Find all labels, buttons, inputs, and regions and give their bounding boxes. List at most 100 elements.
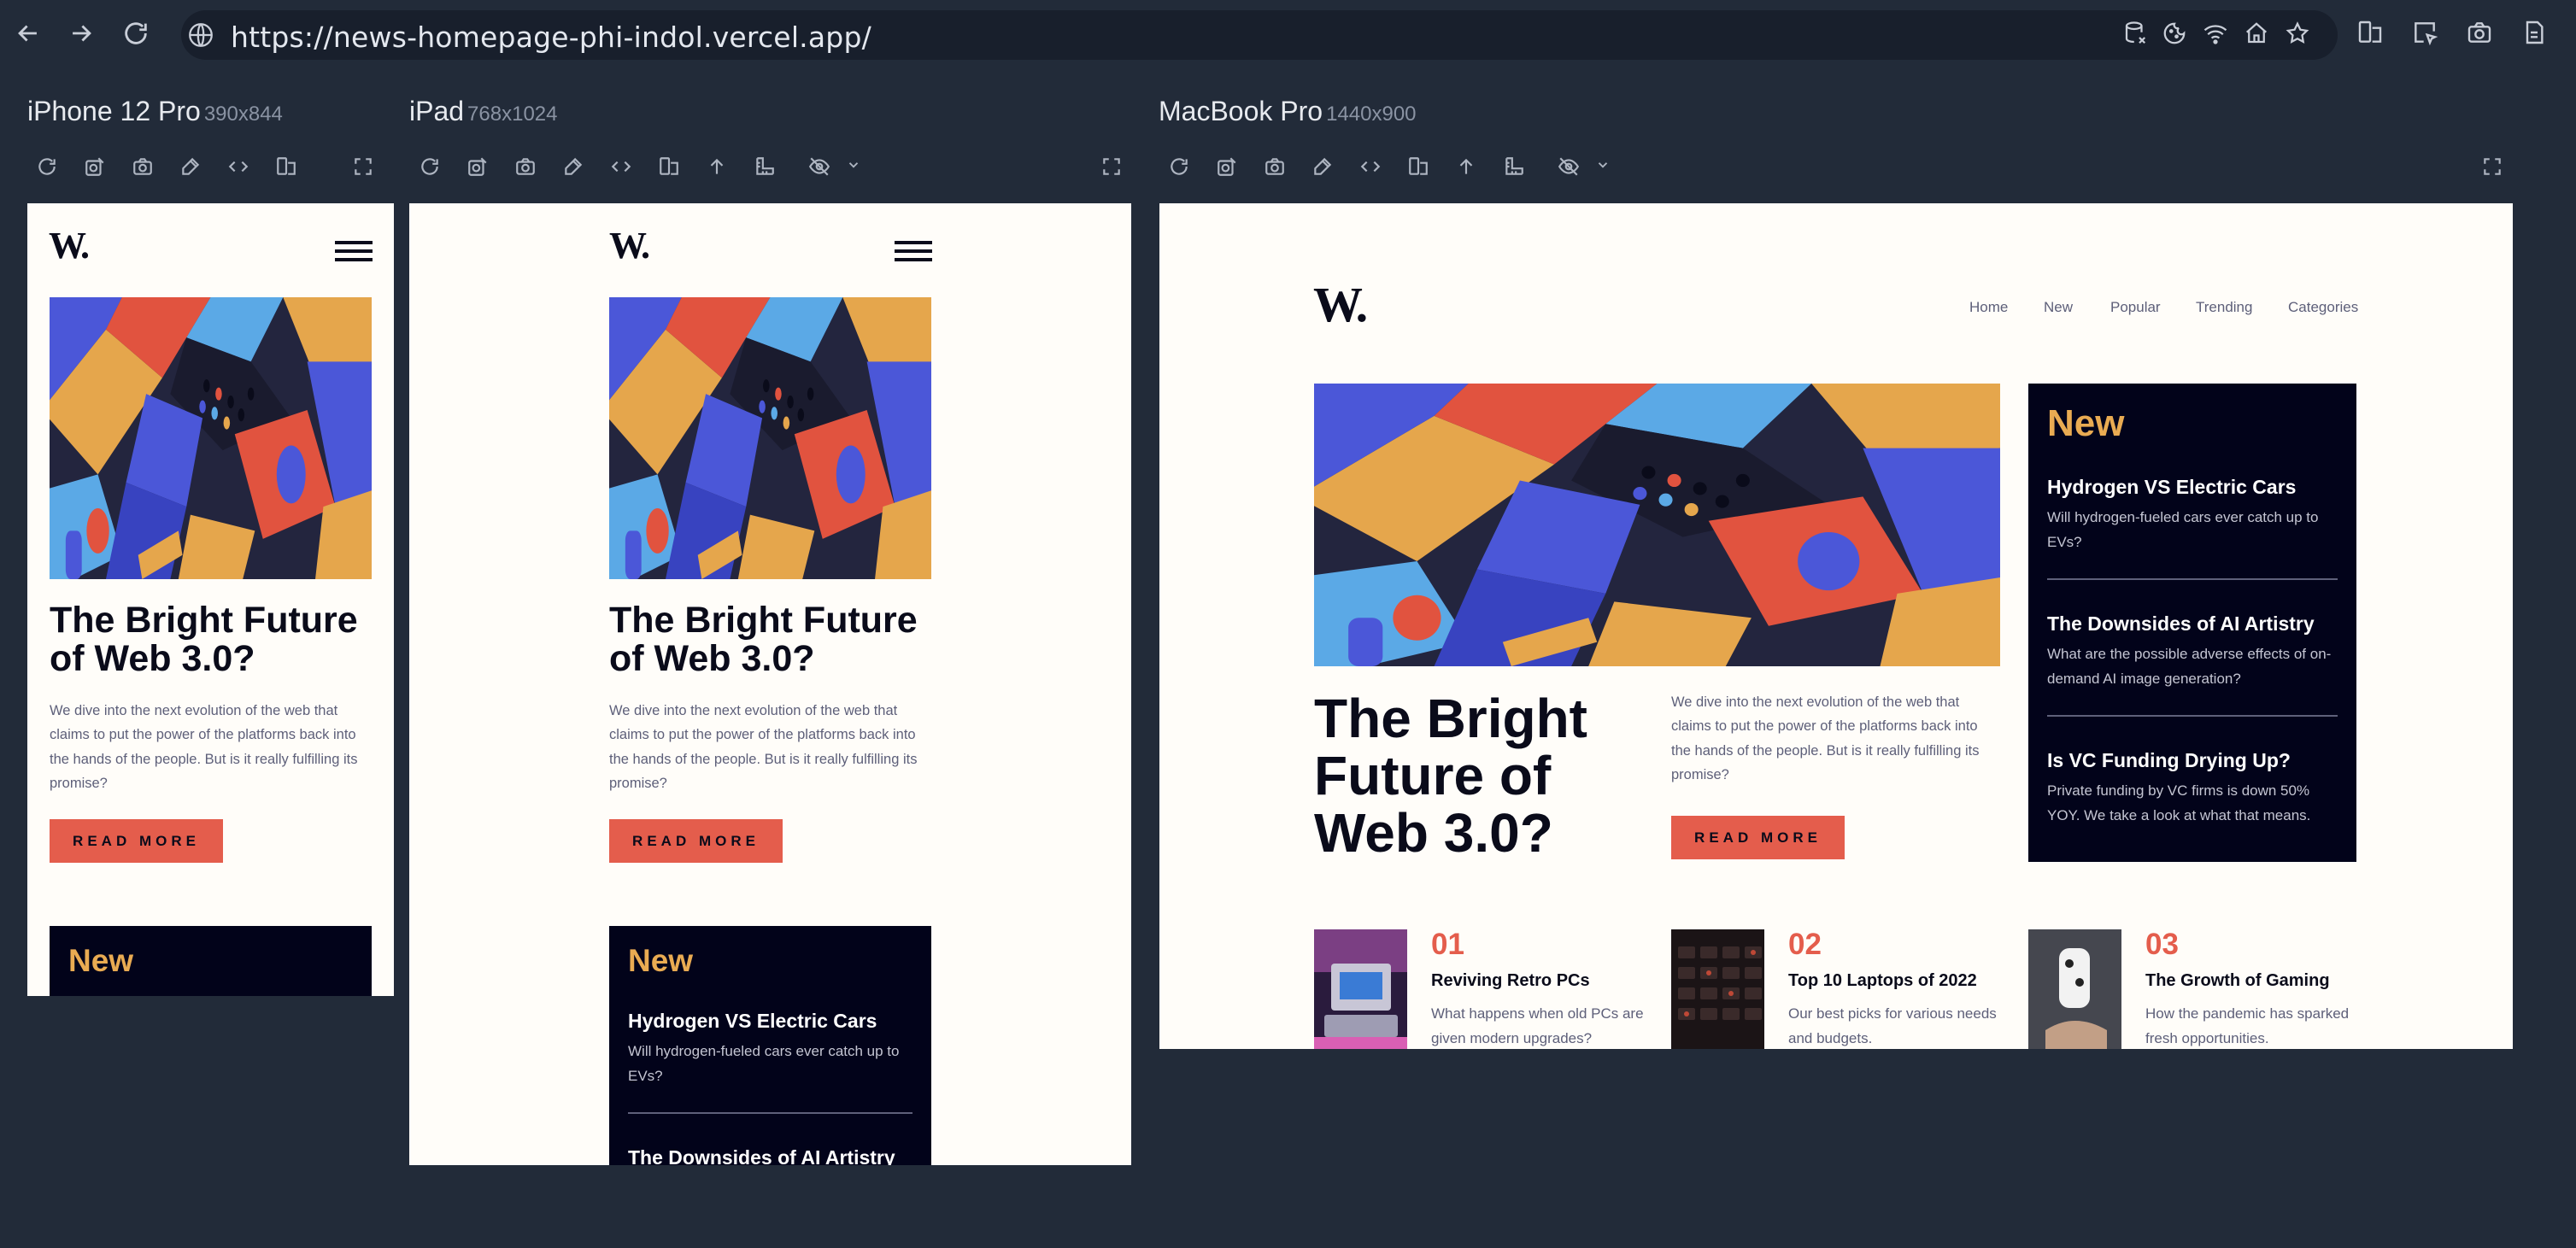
- screenshot-edit-icon[interactable]: [1216, 155, 1238, 178]
- hero-title: The Bright Future of Web 3.0?: [609, 600, 918, 680]
- card-desc: Our best picks for various needs and bud…: [1788, 1005, 1997, 1047]
- card-desc: What happens when old PCs are given mode…: [1431, 1005, 1644, 1047]
- camera-icon[interactable]: [2466, 19, 2493, 46]
- divider: [628, 1112, 912, 1114]
- device-title-macbook: MacBook Pro 1440x900: [1159, 96, 1417, 127]
- forward-icon[interactable]: [67, 19, 96, 48]
- rotate-icon[interactable]: [36, 155, 58, 178]
- responsive-icon[interactable]: [658, 155, 680, 178]
- new-heading: New: [68, 943, 134, 978]
- responsive-icon[interactable]: [275, 155, 297, 178]
- new-item-title[interactable]: Is VC Funding Drying Up?: [2047, 749, 2291, 772]
- color-picker-icon[interactable]: [562, 155, 584, 178]
- card-title[interactable]: The Growth of Gaming: [2145, 971, 2330, 991]
- address-bar[interactable]: https://news-homepage-phi-indol.vercel.a…: [181, 10, 2338, 60]
- device-resolution: 768x1024: [467, 103, 558, 126]
- arrow-up-icon[interactable]: [1455, 155, 1477, 178]
- new-panel: New: [50, 926, 372, 996]
- star-icon[interactable]: [2285, 21, 2310, 46]
- device-name: iPad: [409, 96, 465, 126]
- chevron-down-icon[interactable]: [846, 157, 861, 173]
- color-picker-icon[interactable]: [1311, 155, 1334, 178]
- new-heading: New: [628, 943, 694, 978]
- ruler-icon[interactable]: [1503, 155, 1525, 178]
- nav-new[interactable]: New: [2044, 299, 2073, 316]
- new-item-desc: What are the possible adverse effects of…: [2047, 646, 2332, 688]
- code-icon[interactable]: [610, 155, 632, 178]
- new-panel: New Hydrogen VS Electric Cars Will hydro…: [2028, 384, 2356, 862]
- ipad-viewport: W. The Bright Future of Web 3.0? We dive…: [409, 203, 1131, 1165]
- responsive-icon[interactable]: [1407, 155, 1429, 178]
- fullscreen-icon[interactable]: [2481, 155, 2503, 178]
- nav-popular[interactable]: Popular: [2110, 299, 2161, 316]
- card-title[interactable]: Reviving Retro PCs: [1431, 971, 1590, 991]
- new-item-desc: Private funding by VC firms is down 50% …: [2047, 782, 2311, 824]
- card-title[interactable]: Top 10 Laptops of 2022: [1788, 971, 1977, 991]
- chevron-down-icon[interactable]: [1595, 157, 1611, 173]
- hero-text: We dive into the next evolution of the w…: [609, 703, 918, 792]
- new-item-title[interactable]: Hydrogen VS Electric Cars: [628, 1010, 877, 1033]
- nav-home[interactable]: Home: [1969, 299, 2008, 316]
- hero-text: We dive into the next evolution of the w…: [50, 703, 358, 792]
- site-logo[interactable]: W.: [609, 224, 650, 267]
- divider: [2047, 578, 2338, 580]
- camera-icon[interactable]: [132, 155, 154, 178]
- ruler-icon[interactable]: [754, 155, 776, 178]
- divider: [2047, 715, 2338, 717]
- site-logo[interactable]: W.: [1313, 276, 1368, 333]
- read-more-button[interactable]: READ MORE: [609, 819, 783, 863]
- inspect-icon[interactable]: [2411, 19, 2438, 46]
- new-item-title[interactable]: Hydrogen VS Electric Cars: [2047, 476, 2296, 499]
- eye-off-icon[interactable]: [808, 155, 830, 178]
- hamburger-menu-icon[interactable]: [335, 241, 373, 267]
- url-text[interactable]: https://news-homepage-phi-indol.vercel.a…: [231, 21, 871, 54]
- globe-icon: [189, 23, 213, 47]
- new-item-title[interactable]: The Downsides of AI Artistry: [628, 1146, 895, 1165]
- card-number: 01: [1431, 928, 1464, 961]
- screenshot-edit-icon[interactable]: [466, 155, 489, 178]
- new-heading: New: [2047, 402, 2125, 444]
- responsive-icon[interactable]: [2356, 19, 2384, 46]
- iphone-viewport: W. The Bright Future of Web 3.0? We dive…: [27, 203, 394, 996]
- device-name: iPhone 12 Pro: [27, 96, 201, 126]
- new-item-desc: Will hydrogen-fueled cars ever catch up …: [628, 1043, 900, 1085]
- read-more-button[interactable]: READ MORE: [1671, 816, 1845, 859]
- back-icon[interactable]: [14, 19, 43, 48]
- rotate-icon[interactable]: [1168, 155, 1190, 178]
- hero-title: The Bright Future of Web 3.0?: [50, 600, 358, 680]
- card-image-laptop[interactable]: [1671, 929, 1764, 1049]
- site-logo[interactable]: W.: [49, 224, 90, 267]
- camera-icon[interactable]: [1264, 155, 1286, 178]
- new-item-title[interactable]: The Downsides of AI Artistry: [2047, 612, 2315, 636]
- device-resolution: 390x844: [203, 103, 283, 126]
- card-number: 02: [1788, 928, 1822, 961]
- arrow-up-icon[interactable]: [706, 155, 728, 178]
- nav-trending[interactable]: Trending: [2196, 299, 2252, 316]
- camera-icon[interactable]: [514, 155, 537, 178]
- card-desc: How the pandemic has sparked fresh oppor…: [2145, 1005, 2350, 1047]
- home-icon[interactable]: [2244, 21, 2269, 46]
- fullscreen-icon[interactable]: [352, 155, 374, 178]
- wifi-icon[interactable]: [2203, 21, 2228, 46]
- document-icon[interactable]: [2520, 19, 2548, 46]
- color-picker-icon[interactable]: [179, 155, 202, 178]
- code-icon[interactable]: [1359, 155, 1382, 178]
- hero-image: [609, 297, 931, 579]
- read-more-button[interactable]: READ MORE: [50, 819, 223, 863]
- hero-title: The Bright Future of Web 3.0?: [1314, 688, 1587, 864]
- fullscreen-icon[interactable]: [1100, 155, 1123, 178]
- card-image-retro-pc[interactable]: [1314, 929, 1407, 1049]
- eye-off-icon[interactable]: [1558, 155, 1580, 178]
- nav-categories[interactable]: Categories: [2288, 299, 2358, 316]
- hamburger-menu-icon[interactable]: [895, 241, 932, 267]
- rotate-icon[interactable]: [419, 155, 441, 178]
- macbook-viewport: W. Home New Popular Trending Categories …: [1159, 203, 2513, 1049]
- card-image-gaming[interactable]: [2028, 929, 2121, 1049]
- cookie-icon[interactable]: [2162, 21, 2187, 46]
- screenshot-edit-icon[interactable]: [84, 155, 106, 178]
- reload-icon[interactable]: [121, 19, 150, 48]
- database-icon[interactable]: [2122, 21, 2148, 46]
- code-icon[interactable]: [227, 155, 249, 178]
- device-title-iphone: iPhone 12 Pro 390x844: [27, 96, 283, 127]
- hero-text: We dive into the next evolution of the w…: [1671, 694, 1980, 783]
